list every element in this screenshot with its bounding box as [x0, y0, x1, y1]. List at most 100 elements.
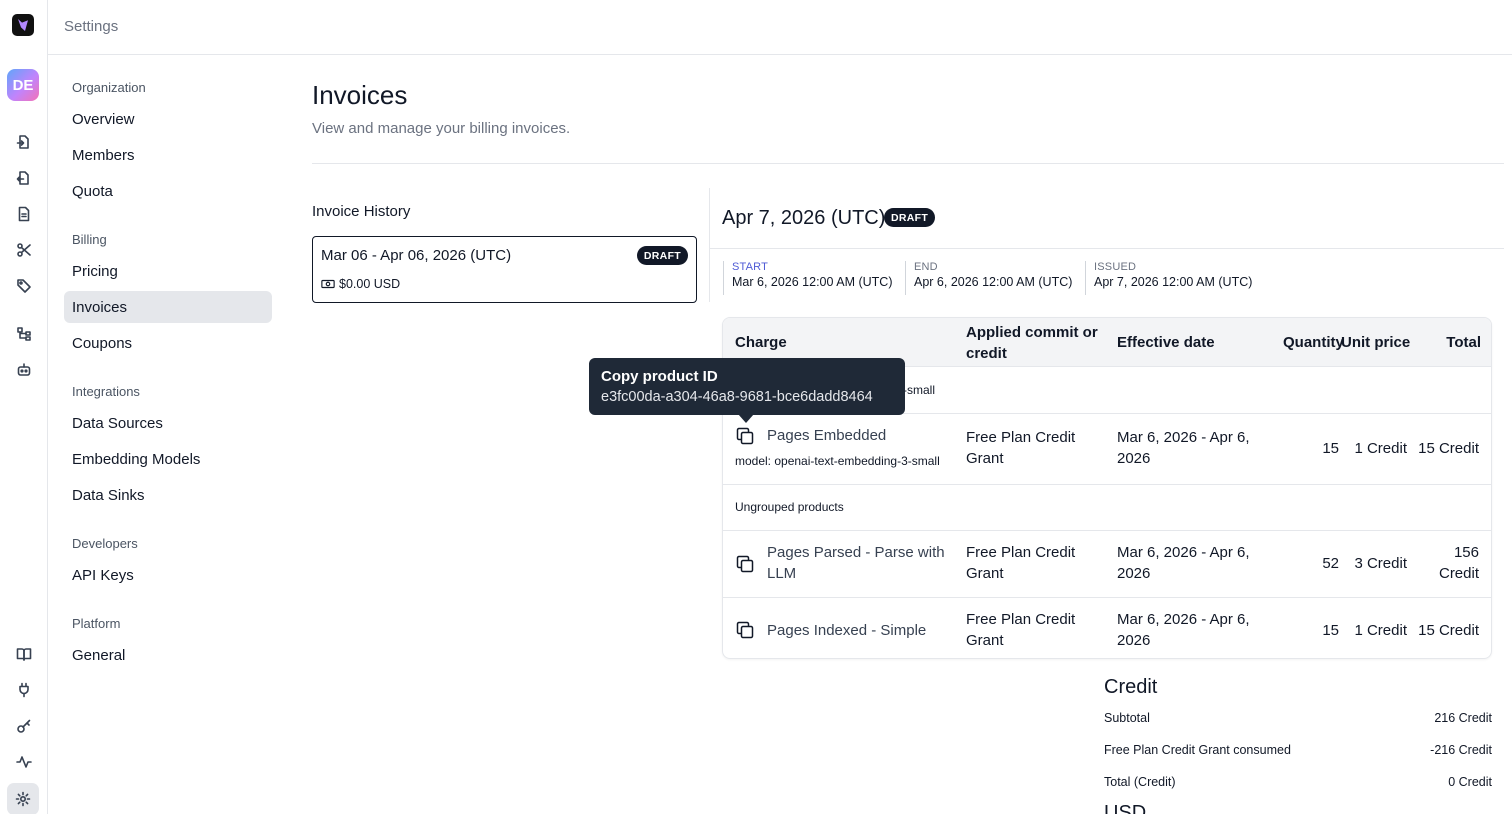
invoice-amount: $0.00 USD [321, 277, 400, 291]
invoice-detail-title: Apr 7, 2026 (UTC) [722, 207, 886, 229]
applied-line2: Grant [966, 632, 1004, 649]
effective-line2: 2026 [1117, 632, 1151, 649]
total-label: Total (Credit) [1104, 775, 1176, 789]
meta-end-value: Apr 6, 2026 12:00 AM (UTC) [914, 275, 1073, 289]
breadcrumb: Settings [64, 18, 119, 35]
effective-date: Mar 6, 2026 - Apr 6, 2026 [1117, 427, 1250, 469]
plug-icon[interactable] [12, 678, 36, 702]
charge-name: Pages Indexed - Simple [767, 622, 927, 639]
org-avatar[interactable]: DE [7, 69, 39, 101]
nav-item-quota[interactable]: Quota [64, 175, 272, 207]
invoice-history-title: Invoice History [312, 203, 411, 220]
nav-item-pricing[interactable]: Pricing [64, 255, 272, 287]
divider [710, 248, 1504, 249]
charge-name: Pages Parsed - Parse with LLM [767, 542, 945, 584]
invoice-range: Mar 06 - Apr 06, 2026 (UTC) [321, 247, 512, 264]
effective-line1: Mar 6, 2026 - Apr 6, [1117, 429, 1250, 446]
robot-icon[interactable] [12, 358, 36, 382]
nav-item-coupons[interactable]: Coupons [64, 327, 272, 359]
nav-item-data-sinks[interactable]: Data Sinks [64, 479, 272, 511]
tags-icon[interactable] [12, 274, 36, 298]
vertical-divider [709, 188, 710, 302]
quantity: 52 [1322, 555, 1339, 572]
charge-name-line2: LLM [767, 565, 797, 582]
nav-item-general[interactable]: General [64, 639, 272, 671]
copy-icon[interactable] [735, 426, 755, 446]
copy-icon[interactable] [735, 554, 755, 574]
page-title: Invoices [312, 80, 408, 110]
subtotal-label: Subtotal [1104, 711, 1150, 725]
summary-title: Credit [1104, 676, 1158, 698]
group-label: -small [903, 383, 935, 397]
unit-price: 3 Credit [1354, 555, 1407, 572]
nav-group-organization: Organization [72, 80, 146, 95]
applied-line1: Free Plan Credit [966, 544, 1076, 561]
divider [312, 163, 1504, 164]
invoice-card[interactable]: Mar 06 - Apr 06, 2026 (UTC) DRAFT $0.00 … [312, 236, 697, 303]
app-logo-icon[interactable] [12, 14, 34, 36]
col-quantity: Quantity [1283, 334, 1344, 351]
effective-date: Mar 6, 2026 - Apr 6, 2026 [1117, 542, 1250, 584]
summary-total: Total (Credit) 0 Credit [1104, 775, 1492, 789]
nav-item-members[interactable]: Members [64, 139, 272, 171]
col-charge: Charge [735, 334, 787, 351]
summary-subtotal: Subtotal 216 Credit [1104, 711, 1492, 725]
meta-end-label: END [914, 261, 938, 273]
col-applied: Applied commit or credit [966, 322, 1098, 364]
settings-gear-icon[interactable] [7, 783, 39, 814]
meta-start-value: Mar 6, 2026 12:00 AM (UTC) [732, 275, 893, 289]
scissors-icon[interactable] [12, 238, 36, 262]
unit-price: 1 Credit [1354, 440, 1407, 457]
charge-name-line1: Pages Parsed - Parse with [767, 544, 945, 561]
top-bar: Settings [48, 0, 1512, 55]
nav-item-data-sources[interactable]: Data Sources [64, 407, 272, 439]
line-total-line1: 156 [1453, 544, 1479, 561]
tooltip-arrow [738, 414, 754, 423]
effective-line1: Mar 6, 2026 - Apr 6, [1117, 544, 1250, 561]
row-divider [723, 597, 1491, 598]
row-divider [723, 530, 1491, 531]
effective-line1: Mar 6, 2026 - Apr 6, [1117, 611, 1250, 628]
export-file-icon[interactable] [12, 166, 36, 190]
col-total: Total [1446, 334, 1481, 351]
status-badge: DRAFT [636, 246, 688, 265]
total-value: 0 Credit [1448, 775, 1492, 789]
copy-icon[interactable] [735, 620, 755, 640]
tooltip-title: Copy product ID [601, 368, 718, 385]
nav-group-platform: Platform [72, 616, 121, 631]
import-file-icon[interactable] [12, 130, 36, 154]
applied-credit: Free Plan Credit Grant [966, 542, 1075, 584]
flow-tree-icon[interactable] [12, 322, 36, 346]
subtotal-value: 216 Credit [1434, 711, 1492, 725]
nav-item-api-keys[interactable]: API Keys [64, 559, 272, 591]
quantity: 15 [1322, 622, 1339, 639]
activity-icon[interactable] [12, 750, 36, 774]
consumed-value: -216 Credit [1430, 743, 1492, 757]
applied-credit: Free Plan Credit Grant [966, 427, 1075, 469]
meta-start-label: START [732, 261, 769, 273]
detail-status-badge: DRAFT [884, 208, 936, 227]
group-label-ungrouped: Ungrouped products [735, 500, 844, 514]
tooltip-product-id: e3fc00da-a304-46a8-9681-bce6dadd8464 [601, 389, 873, 405]
line-total: 15 Credit [1418, 622, 1479, 639]
meta-issued: ISSUED Apr 7, 2026 12:00 AM (UTC) [1085, 261, 1252, 295]
usd-section-title: USD [1104, 802, 1147, 814]
avatar-initials: DE [12, 76, 34, 94]
unit-price: 1 Credit [1354, 622, 1407, 639]
key-icon[interactable] [12, 714, 36, 738]
nav-item-embedding-models[interactable]: Embedding Models [64, 443, 272, 475]
document-icon[interactable] [12, 202, 36, 226]
charge-name: Pages Embedded [767, 427, 887, 444]
effective-date: Mar 6, 2026 - Apr 6, 2026 [1117, 609, 1250, 651]
nav-group-developers: Developers [72, 536, 138, 551]
effective-line2: 2026 [1117, 565, 1151, 582]
applied-line2: Grant [966, 450, 1004, 467]
col-applied-line1: Applied commit or [966, 324, 1098, 341]
nav-item-invoices[interactable]: Invoices [64, 291, 272, 323]
nav-item-overview[interactable]: Overview [64, 103, 272, 135]
consumed-label-suffix: consumed [1233, 743, 1291, 757]
icon-rail: DE [0, 0, 48, 814]
book-icon[interactable] [12, 642, 36, 666]
effective-line2: 2026 [1117, 450, 1151, 467]
col-applied-line2: credit [966, 345, 1007, 362]
